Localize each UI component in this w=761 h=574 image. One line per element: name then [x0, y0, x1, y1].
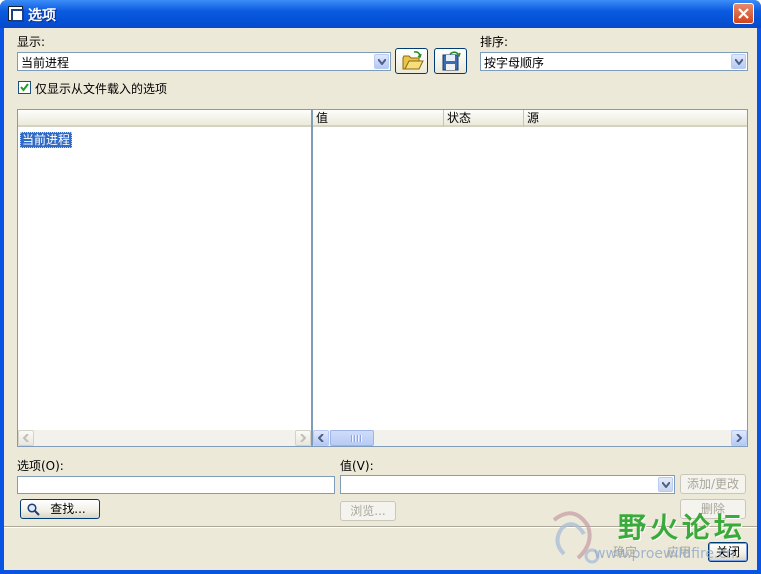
options-list-pane[interactable]: 值 状态 源	[312, 109, 748, 447]
save-file-button[interactable]	[434, 48, 467, 74]
find-button-label: 查找...	[50, 502, 86, 516]
sort-select-value: 按字母顺序	[484, 56, 545, 70]
add-change-button[interactable]: 添加/更改	[680, 474, 746, 494]
scroll-right-icon[interactable]	[731, 430, 747, 446]
options-tree-pane[interactable]	[17, 109, 312, 447]
chevron-down-icon[interactable]	[374, 54, 389, 69]
dialog-client-area: 显示: 当前进程 排序: 按字母顺序 仅显示从文件载入的选项 当前进程 值 状态…	[4, 28, 757, 570]
option-input[interactable]	[17, 476, 335, 494]
close-icon	[738, 8, 749, 19]
sort-label: 排序:	[480, 35, 509, 49]
forum-watermark: 野火论坛 www.proewildfire.cn	[548, 506, 756, 570]
watermark-text: 野火论坛	[618, 511, 747, 544]
loaded-only-label: 仅显示从文件载入的选项	[35, 82, 168, 96]
value-select[interactable]	[340, 475, 675, 494]
options-dialog: 选项 显示: 当前进程 排序: 按字母顺序 仅显示从文件载入的选项 当前进程 值…	[0, 0, 761, 574]
loaded-only-checkbox[interactable]	[18, 81, 31, 94]
column-value[interactable]: 值	[313, 110, 444, 127]
display-select-value: 当前进程	[21, 56, 70, 70]
value-field-label: 值(V):	[340, 459, 374, 473]
checkmark-icon	[20, 83, 29, 92]
tree-horizontal-scrollbar[interactable]	[18, 430, 311, 446]
save-icon	[442, 51, 461, 71]
chevron-down-icon[interactable]	[731, 54, 746, 69]
scroll-left-icon[interactable]	[313, 430, 329, 446]
scroll-right-icon[interactable]	[295, 430, 311, 446]
open-file-button[interactable]	[395, 48, 428, 74]
scroll-left-icon[interactable]	[18, 430, 34, 446]
display-select[interactable]: 当前进程	[17, 52, 391, 71]
column-status[interactable]: 状态	[444, 110, 524, 127]
watermark-url: www.proewildfire.cn	[594, 546, 736, 562]
magnifier-icon	[27, 503, 40, 516]
title-bar[interactable]: 选项	[0, 0, 761, 28]
tree-item-current-session[interactable]: 当前进程	[20, 132, 73, 148]
close-window-button[interactable]	[733, 3, 754, 24]
window-title: 选项	[28, 8, 56, 24]
sort-select[interactable]: 按字母顺序	[480, 52, 748, 71]
chevron-down-icon[interactable]	[658, 477, 673, 492]
find-button[interactable]: 查找...	[20, 499, 100, 519]
scroll-thumb[interactable]	[330, 430, 374, 446]
column-source[interactable]: 源	[524, 110, 747, 127]
open-folder-icon	[402, 51, 424, 70]
browse-button[interactable]: 浏览...	[340, 501, 396, 521]
display-label: 显示:	[17, 35, 46, 49]
list-horizontal-scrollbar[interactable]	[313, 430, 747, 446]
list-header: 值 状态 源	[313, 110, 747, 127]
window-icon	[8, 6, 24, 22]
option-field-label: 选项(O):	[17, 459, 64, 473]
tree-header	[18, 110, 311, 127]
